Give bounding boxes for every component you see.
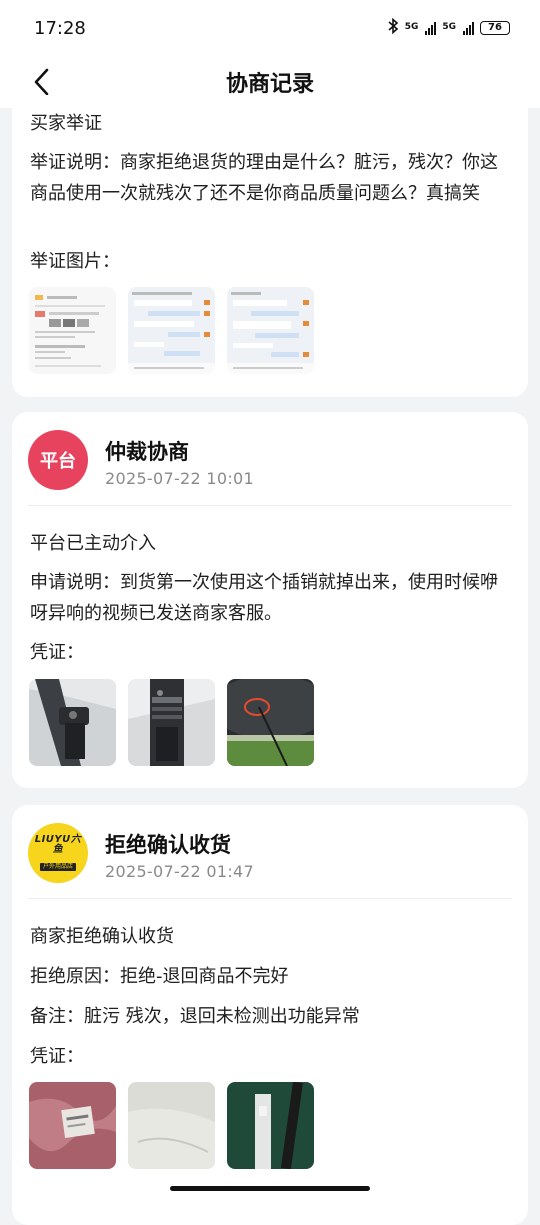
merchant-photo-1[interactable] xyxy=(29,1082,116,1169)
home-indicator[interactable] xyxy=(170,1186,370,1191)
evidence-screenshot-2[interactable] xyxy=(128,287,215,374)
rejection-reason: 拒绝原因：拒绝-退回商品不完好 xyxy=(30,966,289,987)
rejection-title: 拒绝确认收货 xyxy=(105,833,231,857)
status-bar: 17:28 5G 5G 76 xyxy=(0,0,540,56)
rejection-note: 备注：脏污 残次，退回未检测出功能异常 xyxy=(30,1006,360,1027)
platform-avatar: 平台 xyxy=(28,430,88,490)
divider xyxy=(28,898,512,899)
network-type-1: 5G xyxy=(404,22,419,32)
brand-subtitle: 户外用品店 xyxy=(39,863,76,871)
evidence-screenshot-1[interactable] xyxy=(29,287,116,374)
brand-logo: LIUYU六鱼 户外用品店 xyxy=(34,835,82,871)
evidence-video-frame[interactable] xyxy=(227,679,314,766)
arbitration-card: 平台 仲裁协商 2025-07-22 10:01 平台已主动介入 申请说明：到货… xyxy=(12,412,528,788)
merchant-evidence-list xyxy=(29,1082,314,1169)
merchant-avatar: LIUYU六鱼 户外用品店 xyxy=(28,823,88,883)
rejection-status-text: 商家拒绝确认收货 xyxy=(30,926,174,947)
arbitration-title: 仲裁协商 xyxy=(105,440,189,464)
evidence-photo-1[interactable] xyxy=(29,679,116,766)
platform-intervention-text: 平台已主动介入 xyxy=(30,533,156,554)
buyer-evidence-heading: 买家举证 xyxy=(30,113,102,134)
status-icons: 5G 5G 76 xyxy=(387,17,510,37)
platform-evidence-list xyxy=(29,679,314,766)
merchant-rejection-card: LIUYU六鱼 户外用品店 拒绝确认收货 2025-07-22 01:47 商家… xyxy=(12,805,528,1225)
signal-icon-2 xyxy=(463,21,474,35)
divider xyxy=(28,505,512,506)
application-description: 申请说明：到货第一次使用这个插销就掉出来，使用时候咿呀异响的视频已发送商家客服。 xyxy=(30,572,498,624)
arbitration-time: 2025-07-22 10:01 xyxy=(105,469,254,488)
buyer-evidence-description: 举证说明：商家拒绝退货的理由是什么？脏污，残次？你这商品使用一次就残次了还不是你… xyxy=(30,152,498,204)
brand-name: LIUYU六鱼 xyxy=(34,834,82,855)
merchant-evidence-label: 凭证： xyxy=(30,1046,84,1067)
rejection-time: 2025-07-22 01:47 xyxy=(105,862,254,881)
status-time: 17:28 xyxy=(34,18,86,39)
platform-evidence-label: 凭证： xyxy=(30,642,84,663)
buyer-evidence-card: 买家举证 举证说明：商家拒绝退货的理由是什么？脏污，残次？你这商品使用一次就残次… xyxy=(12,95,528,397)
evidence-screenshot-3[interactable] xyxy=(227,287,314,374)
bluetooth-icon xyxy=(387,17,399,37)
battery-icon: 76 xyxy=(480,20,510,35)
buyer-images-label: 举证图片： xyxy=(30,251,120,272)
merchant-photo-2[interactable] xyxy=(128,1082,215,1169)
signal-icon xyxy=(425,21,437,35)
evidence-photo-2[interactable] xyxy=(128,679,215,766)
page-title: 协商记录 xyxy=(225,72,314,97)
merchant-photo-3[interactable] xyxy=(227,1082,314,1169)
network-type-2: 5G xyxy=(442,22,456,32)
buyer-image-list xyxy=(29,287,314,374)
